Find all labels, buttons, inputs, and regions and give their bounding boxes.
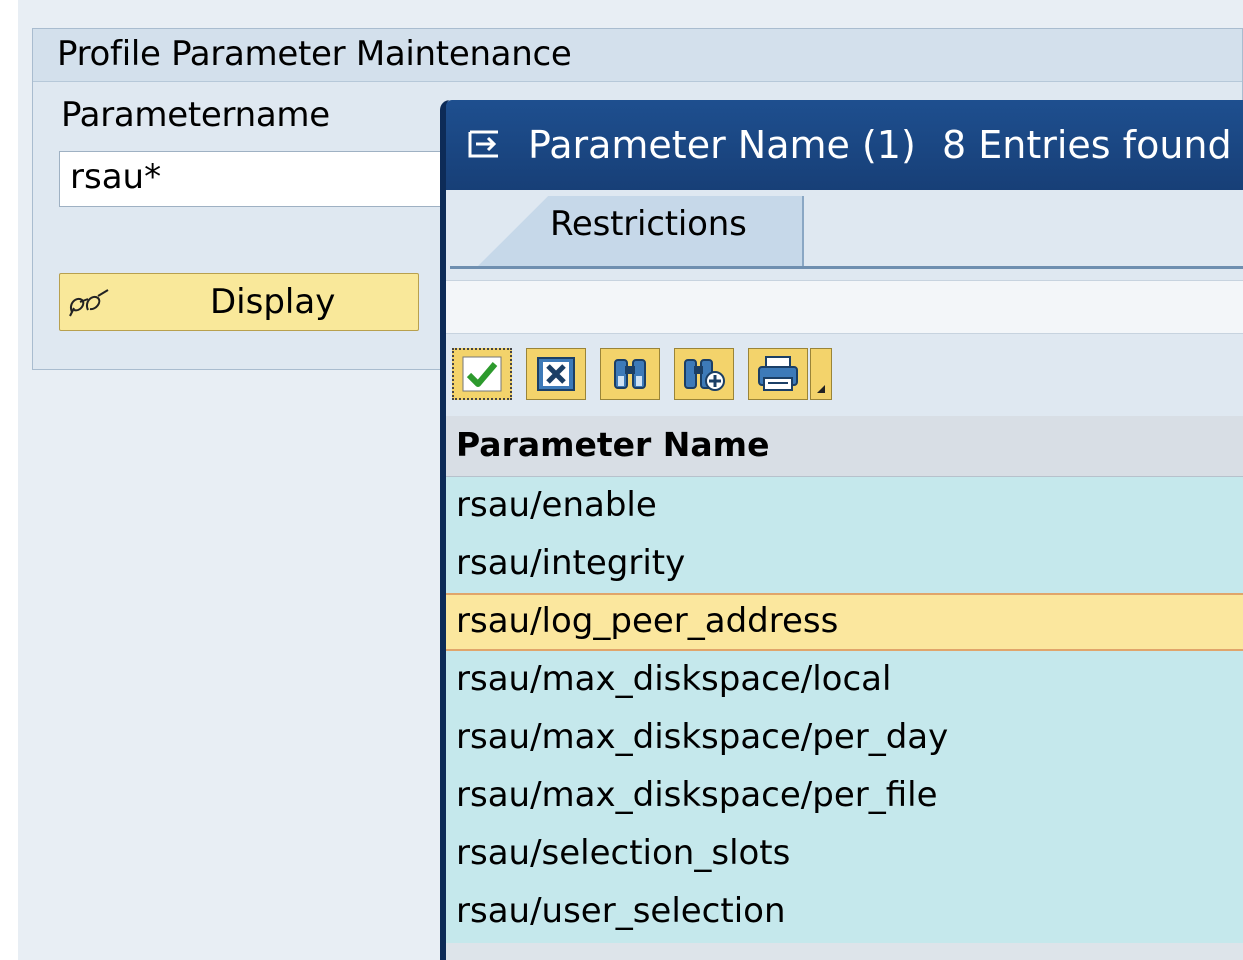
list-item-selected[interactable]: rsau/log_peer_address	[446, 593, 1243, 651]
cancel-icon	[537, 357, 575, 391]
left-margin	[0, 0, 18, 960]
list-item[interactable]: rsau/integrity	[446, 535, 1243, 593]
list-item[interactable]: rsau/max_diskspace/local	[446, 651, 1243, 709]
glasses-icon	[69, 289, 109, 317]
value-help-dialog: Parameter Name (1) 8 Entries found Restr…	[440, 100, 1243, 960]
cancel-button[interactable]	[526, 348, 586, 400]
dialog-menu-icon[interactable]	[468, 128, 504, 160]
display-button[interactable]: Display	[59, 273, 419, 331]
column-header-parameter-name[interactable]: Parameter Name	[446, 416, 1243, 477]
find-icon	[614, 359, 646, 389]
chevron-down-icon	[817, 385, 825, 393]
confirm-button[interactable]	[452, 348, 512, 400]
tab-strip: Restrictions	[446, 190, 1243, 270]
confirm-icon	[462, 356, 502, 392]
find-button[interactable]	[600, 348, 660, 400]
dialog-title-bar[interactable]: Parameter Name (1) 8 Entries found	[446, 100, 1243, 190]
results-list: rsau/enable rsau/integrity rsau/log_peer…	[446, 477, 1243, 943]
parametername-input[interactable]: rsau*	[59, 151, 479, 207]
tab-restrictions-label: Restrictions	[550, 204, 747, 244]
page-title: Profile Parameter Maintenance	[33, 29, 1242, 82]
find-next-icon	[684, 359, 725, 391]
parametername-label: Parametername	[61, 95, 330, 135]
list-item[interactable]: rsau/user_selection	[446, 883, 1243, 941]
print-button[interactable]	[748, 348, 808, 400]
list-item[interactable]: rsau/max_diskspace/per_day	[446, 709, 1243, 767]
find-next-button[interactable]	[674, 348, 734, 400]
dialog-title: Parameter Name (1)	[528, 123, 916, 167]
list-item[interactable]: rsau/max_diskspace/per_file	[446, 767, 1243, 825]
tab-divider	[450, 266, 1243, 269]
display-button-label: Display	[210, 282, 336, 322]
entries-found-count: 8 Entries found	[942, 123, 1232, 167]
restrictions-area	[446, 280, 1243, 334]
print-icon	[758, 356, 798, 391]
list-item[interactable]: rsau/selection_slots	[446, 825, 1243, 883]
dialog-toolbar	[446, 344, 1243, 404]
list-footer	[446, 943, 1243, 960]
print-menu-button[interactable]	[810, 348, 832, 400]
list-item[interactable]: rsau/enable	[446, 477, 1243, 535]
